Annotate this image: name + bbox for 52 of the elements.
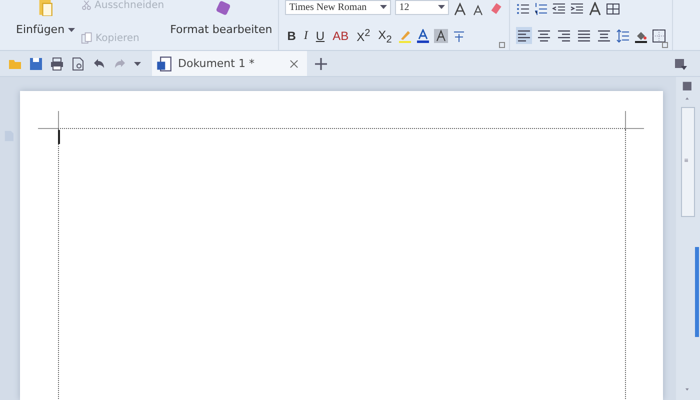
font-size-select[interactable]: 12 (395, 0, 450, 14)
borders-icon (652, 28, 666, 42)
numbered-list-icon (534, 2, 548, 16)
decrease-indent-icon (552, 2, 566, 16)
dialog-launcher-icon[interactable] (662, 42, 668, 48)
increase-indent-icon (570, 2, 584, 16)
caret-icon (438, 5, 446, 9)
caret-icon (134, 62, 141, 66)
align-center-icon (537, 28, 552, 42)
tab-label: Dokument 1 * (178, 57, 256, 70)
redo-icon (113, 56, 127, 70)
scroll-thumb[interactable] (681, 107, 695, 217)
scrollbar[interactable] (676, 77, 700, 400)
print-preview-icon (71, 56, 85, 70)
bullet-list-icon (516, 2, 530, 16)
save-icon (29, 56, 43, 70)
grow-font-icon (453, 2, 468, 16)
document-icon (156, 56, 172, 72)
character-shading-icon (434, 28, 448, 42)
undo-icon (92, 56, 106, 70)
format-button[interactable]: B (285, 28, 298, 44)
format-button[interactable]: AB (330, 28, 351, 44)
font-color-icon (416, 28, 430, 42)
highlighter-icon (398, 28, 412, 42)
paste-label: Einfügen (16, 23, 65, 36)
document-tab[interactable]: Dokument 1 * (152, 51, 307, 76)
line-spacing-icon (616, 28, 630, 42)
align-button[interactable] (516, 27, 532, 44)
format-painter-button[interactable]: Format bearbeiten (170, 0, 272, 50)
plus-icon (314, 56, 328, 70)
dialog-launcher-icon[interactable] (499, 42, 506, 48)
format-button[interactable]: I (302, 28, 310, 44)
format-button[interactable]: U (314, 28, 327, 44)
align-right-icon (557, 28, 572, 42)
text-cursor (58, 130, 60, 144)
panel-menu-icon (674, 56, 688, 70)
close-icon (289, 58, 299, 68)
format-button[interactable]: X$^{2}$ (354, 28, 372, 44)
font-family-select[interactable]: Times New Roman (285, 0, 392, 14)
print-icon (50, 56, 64, 70)
split-view-icon (682, 81, 694, 93)
align-distributed-icon (597, 28, 612, 42)
align-justify-icon (577, 28, 592, 42)
scissors-icon (80, 0, 92, 11)
align-left-icon (517, 28, 532, 42)
text-style-icon (588, 2, 602, 16)
table-icon (606, 2, 620, 16)
caret-icon (68, 28, 75, 32)
copy-icon (80, 32, 93, 44)
format-button[interactable]: X$_{2}$ (376, 28, 394, 44)
paste-button[interactable]: Einfügen (16, 0, 75, 50)
caret-icon (380, 5, 388, 9)
